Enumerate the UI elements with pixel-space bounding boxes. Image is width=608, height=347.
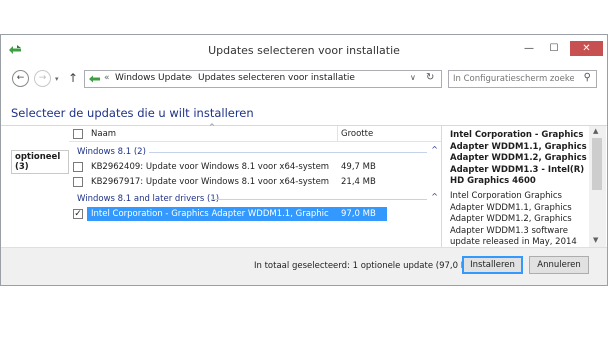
details-description: Intel Corporation Graphics Adapter WDDM1… — [450, 191, 577, 247]
table-row[interactable]: KB2962409: Update voor Windows 8.1 voor … — [69, 160, 441, 174]
column-name[interactable]: Naam — [91, 129, 116, 139]
update-size: 49,7 MB — [341, 162, 376, 172]
search-input[interactable] — [449, 71, 574, 87]
column-size[interactable]: Grootte — [341, 129, 373, 139]
group-label: Windows 8.1 (2) — [77, 147, 146, 157]
refresh-icon[interactable]: ↻ — [426, 72, 434, 83]
group-divider — [149, 152, 427, 153]
breadcrumb-arrow-icon[interactable]: › — [189, 73, 193, 83]
update-selection-window: Updates selecteren voor installatie — ☐ … — [0, 34, 608, 286]
table-row[interactable]: KB2967917: Update voor Windows 8.1 voor … — [69, 175, 441, 189]
scroll-up-arrow-icon[interactable]: ▲ — [593, 127, 598, 135]
category-optional[interactable]: optioneel (3) — [11, 150, 69, 174]
update-size: 21,4 MB — [341, 177, 376, 187]
cancel-button[interactable]: Annuleren — [529, 256, 589, 274]
back-arrow-icon[interactable]: ← — [12, 70, 29, 87]
table-row[interactable]: ✓ Intel Corporation - Graphics Adapter W… — [69, 207, 441, 221]
update-checkbox[interactable] — [73, 177, 83, 187]
address-bar[interactable]: « Windows Update › Updates selecteren vo… — [84, 70, 442, 88]
select-all-checkbox[interactable] — [73, 129, 83, 139]
search-icon[interactable]: ⚲ — [584, 72, 591, 83]
footer-bar: In totaal geselecteerd: 1 optionele upda… — [1, 247, 607, 285]
group-label: Windows 8.1 and later drivers (1) — [77, 194, 220, 204]
breadcrumb-select-updates[interactable]: Updates selecteren voor installatie — [198, 73, 355, 83]
breadcrumb-overflow-icon[interactable]: « — [104, 73, 110, 83]
column-header: ^ Naam Grootte — [69, 123, 441, 142]
update-name: KB2962409: Update voor Windows 8.1 voor … — [91, 162, 329, 172]
group-windows-81-drivers[interactable]: Windows 8.1 and later drivers (1) ^ — [69, 192, 441, 206]
updates-content: optioneel (3) ^ Naam Grootte Windows 8.1… — [1, 123, 607, 248]
title-bar: Updates selecteren voor installatie — ☐ … — [1, 35, 607, 66]
breadcrumb-windows-update[interactable]: Windows Update — [115, 73, 191, 83]
address-dropdown-icon[interactable]: ∨ — [410, 73, 416, 82]
close-button[interactable]: ✕ — [570, 41, 603, 56]
up-arrow-icon[interactable]: ↑ — [68, 71, 78, 85]
update-checkbox[interactable]: ✓ — [73, 209, 83, 219]
minimize-button[interactable]: — — [519, 41, 539, 56]
details-pane: Intel Corporation - Graphics Adapter WDD… — [441, 126, 607, 248]
update-size: 97,0 MB — [341, 209, 376, 219]
control-panel-icon — [89, 75, 100, 83]
update-list: ^ Naam Grootte Windows 8.1 (2) ^ KB29624… — [69, 123, 441, 248]
sort-ascending-icon: ^ — [209, 123, 215, 131]
page-title: Selecteer de updates die u wilt installe… — [11, 106, 254, 120]
scroll-down-arrow-icon[interactable]: ▼ — [593, 236, 598, 244]
navigation-bar: ← → ▾ ↑ « Windows Update › Updates selec… — [1, 66, 607, 92]
page-heading-area: Selecteer de updates die u wilt installe… — [1, 92, 607, 125]
collapse-icon[interactable]: ^ — [431, 145, 438, 154]
selection-total: In totaal geselecteerd: 1 optionele upda… — [254, 261, 478, 271]
update-checkbox[interactable] — [73, 162, 83, 172]
scroll-thumb[interactable] — [592, 138, 602, 190]
search-box[interactable]: ⚲ — [448, 70, 597, 88]
install-button[interactable]: Installeren — [462, 256, 523, 274]
forward-arrow-icon[interactable]: → — [34, 70, 51, 87]
details-scrollbar[interactable]: ▲ ▼ — [589, 126, 606, 248]
window-title: Updates selecteren voor installatie — [208, 44, 400, 57]
update-name: KB2967917: Update voor Windows 8.1 voor … — [91, 177, 329, 187]
maximize-button[interactable]: ☐ — [544, 41, 564, 56]
update-name: Intel Corporation - Graphics Adapter WDD… — [91, 209, 329, 219]
recent-locations-chevron-icon[interactable]: ▾ — [55, 75, 59, 83]
group-windows-81[interactable]: Windows 8.1 (2) ^ — [69, 145, 441, 159]
column-divider[interactable] — [337, 126, 338, 142]
category-pane: optioneel (3) — [1, 126, 69, 248]
details-title: Intel Corporation - Graphics Adapter WDD… — [450, 130, 587, 186]
group-divider — [211, 199, 427, 200]
collapse-icon[interactable]: ^ — [431, 192, 438, 201]
